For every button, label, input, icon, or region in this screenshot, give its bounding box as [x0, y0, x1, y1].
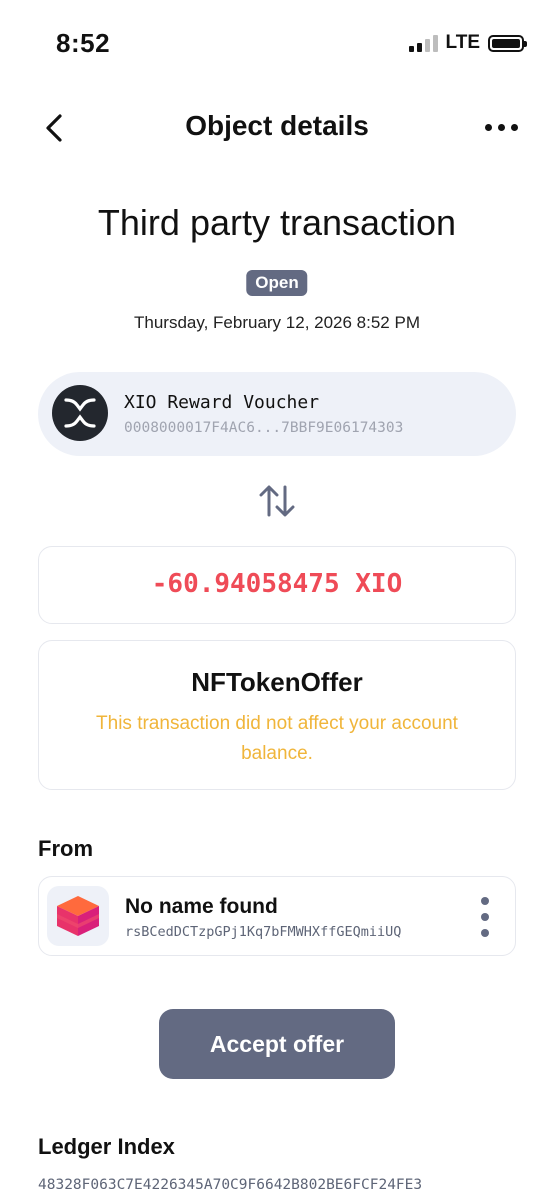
ledger-index-value: 48328F063C7E4226345A70C9F6642B802BE6FCF2…: [38, 1177, 423, 1193]
account-name: No name found: [125, 895, 278, 918]
account-menu-button[interactable]: [473, 897, 497, 937]
token-card[interactable]: XIO Reward Voucher 0008000017F4AC6...7BB…: [38, 372, 516, 456]
more-options-button[interactable]: [478, 112, 524, 142]
header: Object details: [0, 98, 554, 158]
transaction-type: NFTokenOffer: [191, 667, 363, 697]
object-details-screen: 8:52 LTE Object details Third party tran…: [0, 0, 554, 1200]
more-horizontal-icon: [484, 123, 492, 131]
from-account-card[interactable]: No name found rsBCedDCTzpGPj1Kq7bFMWHXff…: [38, 876, 516, 956]
status-time: 8:52: [56, 28, 111, 58]
swap-arrows-icon: [259, 485, 295, 517]
battery-icon: [488, 34, 527, 52]
transaction-date: Thursday, February 12, 2026 8:52 PM: [133, 313, 420, 332]
more-vertical-icon: [481, 897, 489, 905]
from-label: From: [38, 836, 93, 861]
amount-card: -60.94058475 XIO: [38, 546, 516, 624]
ledger-index-label: Ledger Index: [38, 1134, 175, 1159]
token-avatar: [52, 385, 108, 441]
signal-icon: [408, 34, 438, 52]
xrp-logo-icon: [64, 398, 96, 428]
account-avatar: [47, 886, 109, 946]
transaction-title: Third party transaction: [97, 202, 457, 243]
network-type: LTE: [445, 32, 480, 53]
status-bar: 8:52 LTE: [0, 0, 554, 86]
balance-note: This transaction did not affect your acc…: [96, 713, 458, 764]
status-indicators: LTE: [408, 32, 527, 54]
account-address: rsBCedDCTzpGPj1Kq7bFMWHXffGEQmiiUQ: [125, 924, 402, 940]
amount-value: -60.94058475 XIO: [151, 569, 403, 599]
accept-offer-button[interactable]: Accept offer: [159, 1009, 395, 1079]
cube-avatar-icon: [57, 896, 99, 936]
token-id: 0008000017F4AC6...7BBF9E06174303: [124, 420, 404, 436]
token-name: XIO Reward Voucher: [124, 392, 320, 413]
transaction-type-card: NFTokenOffer This transaction did not af…: [38, 640, 516, 790]
status-badge: Open: [246, 270, 308, 296]
page-title: Object details: [185, 110, 369, 141]
